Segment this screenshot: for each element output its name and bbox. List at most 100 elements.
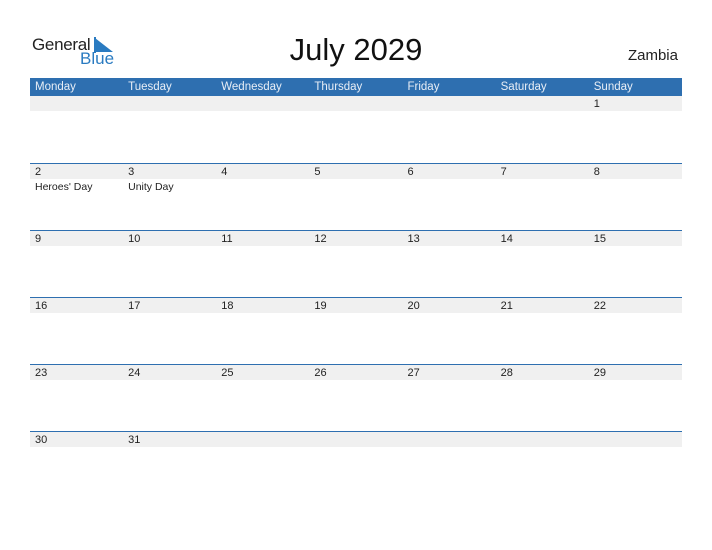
day-number: 31: [128, 434, 141, 446]
week-cells: 16 17 18 19 20 21 22: [30, 298, 682, 313]
day-number: 24: [128, 367, 141, 379]
day-cell: [403, 432, 496, 447]
day-cell: 13: [403, 231, 496, 246]
day-number: [221, 432, 309, 447]
weekday-thursday: Thursday: [314, 81, 363, 93]
day-cell: 15: [589, 231, 682, 246]
day-cell: 29: [589, 365, 682, 380]
day-number: 17: [128, 300, 141, 312]
day-cell: 26: [309, 365, 402, 380]
day-cell: [309, 96, 402, 111]
day-cell: [216, 432, 309, 447]
day-number: 25: [221, 367, 234, 379]
week-cells: 1: [30, 96, 682, 111]
day-cell: 3 Unity Day: [123, 164, 216, 194]
weekday-friday: Friday: [407, 81, 440, 93]
day-number: 15: [593, 233, 606, 245]
day-number: 11: [221, 233, 233, 245]
day-cell: [216, 96, 309, 111]
day-cell: 12: [309, 231, 402, 246]
day-number: 8: [593, 166, 600, 178]
day-number: 27: [407, 367, 420, 379]
day-cell: [496, 96, 589, 111]
day-number: 13: [407, 233, 420, 245]
day-number: 6: [407, 166, 414, 178]
day-cell: 14: [496, 231, 589, 246]
day-number: 4: [221, 166, 228, 178]
day-number: 22: [593, 300, 606, 312]
day-cell: 7: [496, 164, 589, 194]
day-number: [314, 96, 402, 111]
day-cell: 22: [589, 298, 682, 313]
day-number: 19: [314, 300, 327, 312]
day-number: 18: [221, 300, 234, 312]
week-row: 2 Heroes' Day 3 Unity Day 4 5 6 7 8: [30, 163, 682, 230]
day-number: [314, 432, 402, 447]
day-cell: 19: [309, 298, 402, 313]
day-cell: 27: [403, 365, 496, 380]
week-row: 1: [30, 96, 682, 163]
day-cell: 20: [403, 298, 496, 313]
day-cell: 9: [30, 231, 123, 246]
day-cell: [589, 432, 682, 447]
day-cell: [496, 432, 589, 447]
day-cell: [309, 432, 402, 447]
calendar-weeks: 1 2 Heroes' Day 3 Unity Day 4 5 6 7 8 9 10 11 12 13 14 1…: [30, 96, 682, 498]
week-row: 16 17 18 19 20 21 22: [30, 297, 682, 364]
holiday-label: Unity Day: [128, 181, 174, 193]
day-number: 29: [593, 367, 606, 379]
day-cell: 5: [309, 164, 402, 194]
weekday-header: Monday Tuesday Wednesday Thursday Friday Satu…: [30, 78, 682, 96]
day-number: [35, 96, 123, 111]
day-cell: 2 Heroes' Day: [30, 164, 123, 194]
weekday-saturday: Saturday: [500, 81, 547, 93]
day-cell: 21: [496, 298, 589, 313]
weekday-monday: Monday: [35, 81, 76, 93]
day-cell: 4: [216, 164, 309, 194]
day-number: [594, 432, 682, 447]
day-number: 23: [35, 367, 48, 379]
day-number: 9: [35, 233, 42, 245]
day-cell: [403, 96, 496, 111]
day-cell: 18: [216, 298, 309, 313]
weekday-tuesday: Tuesday: [128, 81, 172, 93]
day-number: 26: [314, 367, 327, 379]
day-cell: 31: [123, 432, 216, 447]
week-row: 23 24 25 26 27 28 29: [30, 364, 682, 431]
day-cell: 10: [123, 231, 216, 246]
day-number: 5: [314, 166, 321, 178]
day-number: [501, 432, 589, 447]
week-row: 9 10 11 12 13 14 15: [30, 230, 682, 297]
week-cells: 30 31: [30, 432, 682, 447]
day-number: 28: [500, 367, 513, 379]
day-number: [408, 96, 496, 111]
day-number: 21: [500, 300, 513, 312]
day-cell: 25: [216, 365, 309, 380]
day-cell: 28: [496, 365, 589, 380]
day-number: [221, 96, 309, 111]
week-row: 30 31: [30, 431, 682, 498]
day-cell: 30: [30, 432, 123, 447]
weekday-sunday: Sunday: [593, 81, 633, 93]
week-cells: 23 24 25 26 27 28 29: [30, 365, 682, 380]
day-number: 3: [128, 166, 135, 178]
day-number: 16: [35, 300, 48, 312]
day-cell: 6: [403, 164, 496, 194]
day-number: 12: [314, 233, 327, 245]
day-number: 10: [128, 233, 141, 245]
day-cell: 23: [30, 365, 123, 380]
day-number: 2: [35, 166, 42, 178]
day-number: 14: [500, 233, 513, 245]
day-cell: 1: [589, 96, 682, 111]
day-cell: [30, 96, 123, 111]
calendar: Monday Tuesday Wednesday Thursday Friday Satu…: [30, 78, 682, 498]
day-number: 1: [593, 98, 600, 110]
day-cell: 11: [216, 231, 309, 246]
day-cell: [123, 96, 216, 111]
day-number: 20: [407, 300, 420, 312]
day-number: [501, 96, 589, 111]
week-cells: 2 Heroes' Day 3 Unity Day 4 5 6 7 8: [30, 164, 682, 194]
weekday-wednesday: Wednesday: [221, 81, 282, 93]
day-number: [408, 432, 496, 447]
day-number: 7: [500, 166, 507, 178]
